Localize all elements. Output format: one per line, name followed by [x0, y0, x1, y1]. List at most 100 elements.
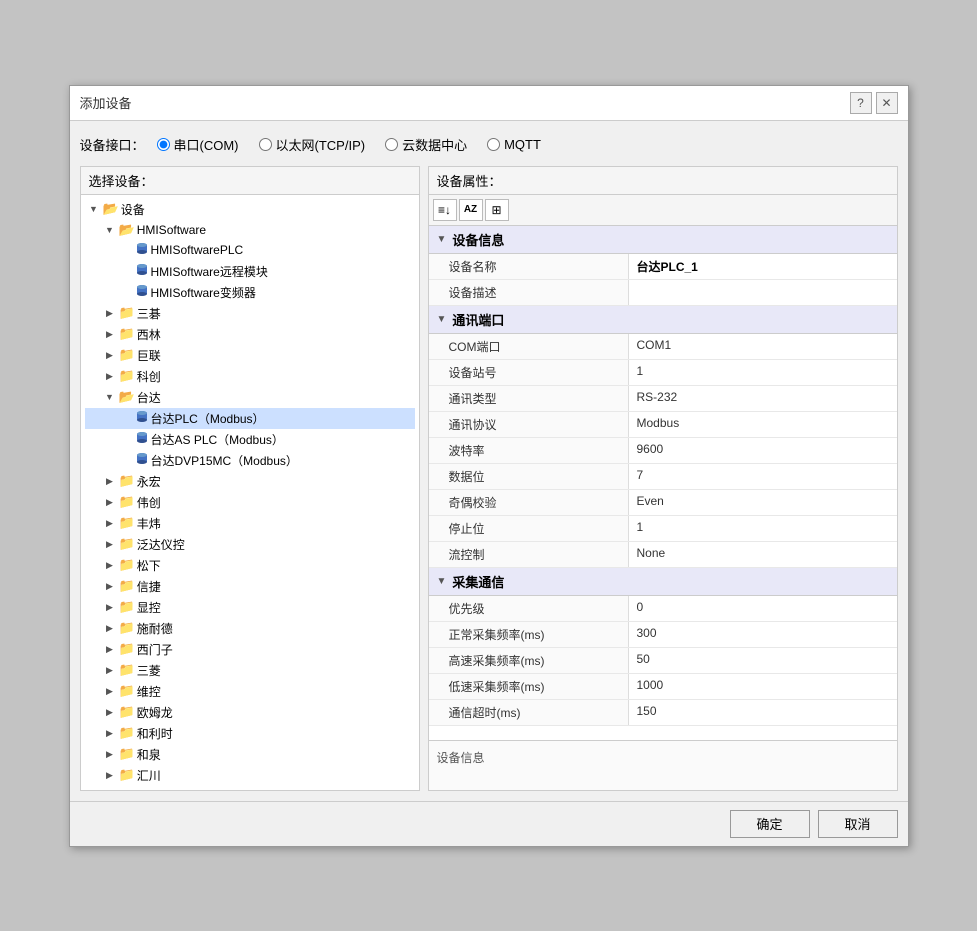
expand-icon[interactable]: ▼: [103, 223, 117, 237]
expand-icon[interactable]: [119, 432, 133, 446]
tree-item[interactable]: ▶📁维控: [85, 681, 415, 702]
expand-icon[interactable]: ▶: [103, 306, 117, 320]
prop-value[interactable]: 50: [629, 648, 897, 673]
ok-button[interactable]: 确定: [730, 810, 810, 838]
radio-mqtt[interactable]: MQTT: [487, 137, 541, 152]
tree-item[interactable]: ▶📁和利时: [85, 723, 415, 744]
expand-icon[interactable]: ▶: [103, 579, 117, 593]
prop-value[interactable]: 9600: [629, 438, 897, 463]
expand-icon[interactable]: ▶: [103, 537, 117, 551]
tree-item[interactable]: ▼📂设备: [85, 199, 415, 220]
expand-icon[interactable]: ▶: [103, 516, 117, 530]
expand-icon[interactable]: ▶: [103, 768, 117, 782]
folder-icon: 📂: [103, 201, 119, 217]
expand-icon[interactable]: [119, 411, 133, 425]
expand-icon[interactable]: ▶: [103, 327, 117, 341]
prop-row: 通讯协议Modbus: [429, 412, 897, 438]
expand-icon[interactable]: ▶: [103, 747, 117, 761]
tree-item[interactable]: ▶📁施耐德: [85, 618, 415, 639]
expand-icon[interactable]: [119, 243, 133, 257]
props-section-header[interactable]: ▼设备信息: [429, 226, 897, 254]
expand-icon[interactable]: ▶: [103, 726, 117, 740]
tree-item[interactable]: ▶📁和泉: [85, 744, 415, 765]
expand-icon[interactable]: [119, 264, 133, 278]
help-button[interactable]: ?: [850, 92, 872, 114]
radio-tcp-input[interactable]: [259, 138, 272, 151]
tree-item[interactable]: ▶📁巨联: [85, 345, 415, 366]
tree-item[interactable]: ▶📁松下: [85, 555, 415, 576]
cancel-button[interactable]: 取消: [818, 810, 898, 838]
radio-tcp[interactable]: 以太网(TCP/IP): [259, 135, 366, 154]
prop-value[interactable]: 1: [629, 360, 897, 385]
tree-item[interactable]: ▶📁汇川: [85, 765, 415, 786]
expand-icon[interactable]: ▶: [103, 705, 117, 719]
sort-category-button[interactable]: ≡↓: [433, 199, 457, 221]
expand-icon[interactable]: [119, 453, 133, 467]
tree-item-label: 欧姆龙: [137, 704, 173, 721]
expand-icon[interactable]: ▶: [103, 348, 117, 362]
expand-icon[interactable]: ▶: [103, 642, 117, 656]
prop-value[interactable]: COM1: [629, 334, 897, 359]
expand-icon[interactable]: [119, 285, 133, 299]
folder-icon: 📁: [119, 662, 135, 678]
prop-value[interactable]: 0: [629, 596, 897, 621]
tree-item[interactable]: ▶📁泛达仪控: [85, 534, 415, 555]
prop-value[interactable]: [629, 280, 897, 305]
tree-item[interactable]: HMISoftwarePLC: [85, 240, 415, 261]
tree-item[interactable]: ▼📂台达: [85, 387, 415, 408]
radio-com-input[interactable]: [157, 138, 170, 151]
tree-item[interactable]: ▶📁科创: [85, 366, 415, 387]
folder-icon: 📁: [119, 683, 135, 699]
prop-value[interactable]: 台达PLC_1: [629, 254, 897, 279]
tree-item[interactable]: ▶📁欧姆龙: [85, 702, 415, 723]
expand-icon[interactable]: ▶: [103, 474, 117, 488]
radio-cloud-label: 云数据中心: [402, 135, 467, 154]
prop-value[interactable]: None: [629, 542, 897, 567]
prop-row: 正常采集频率(ms)300: [429, 622, 897, 648]
tree-item[interactable]: ▶📁西林: [85, 324, 415, 345]
expand-icon[interactable]: ▶: [103, 558, 117, 572]
tree-item[interactable]: 台达AS PLC（Modbus）: [85, 429, 415, 450]
device-tree[interactable]: ▼📂设备▼📂HMISoftwareHMISoftwarePLCHMISoftwa…: [81, 195, 419, 790]
tree-item[interactable]: ▶📁伟创: [85, 492, 415, 513]
tree-item[interactable]: HMISoftware远程模块: [85, 261, 415, 282]
tree-item[interactable]: ▶📁显控: [85, 597, 415, 618]
expand-icon[interactable]: ▶: [103, 663, 117, 677]
panels-row: 选择设备： ▼📂设备▼📂HMISoftwareHMISoftwarePLCHMI…: [80, 166, 898, 791]
tree-item[interactable]: ▼📂HMISoftware: [85, 220, 415, 240]
prop-value[interactable]: 7: [629, 464, 897, 489]
tree-item[interactable]: 台达PLC（Modbus）: [85, 408, 415, 429]
expand-icon[interactable]: ▶: [103, 684, 117, 698]
sort-az-button[interactable]: AZ: [459, 199, 483, 221]
radio-mqtt-input[interactable]: [487, 138, 500, 151]
expand-icon[interactable]: ▶: [103, 369, 117, 383]
radio-cloud-input[interactable]: [385, 138, 398, 151]
tree-item[interactable]: ▶📁西门子: [85, 639, 415, 660]
tree-item[interactable]: ▶📁三菱: [85, 660, 415, 681]
tree-item[interactable]: 台达DVP15MC（Modbus）: [85, 450, 415, 471]
prop-value[interactable]: Modbus: [629, 412, 897, 437]
tree-item[interactable]: ▶📁三碁: [85, 303, 415, 324]
prop-value[interactable]: RS-232: [629, 386, 897, 411]
prop-value[interactable]: 1000: [629, 674, 897, 699]
prop-value[interactable]: 300: [629, 622, 897, 647]
prop-value[interactable]: Even: [629, 490, 897, 515]
expand-icon[interactable]: ▼: [87, 202, 101, 216]
expand-icon[interactable]: ▶: [103, 600, 117, 614]
prop-value[interactable]: 150: [629, 700, 897, 725]
radio-cloud[interactable]: 云数据中心: [385, 135, 467, 154]
close-button[interactable]: ✕: [876, 92, 898, 114]
expand-icon[interactable]: ▶: [103, 495, 117, 509]
props-section-header[interactable]: ▼采集通信: [429, 568, 897, 596]
expand-icon[interactable]: ▶: [103, 621, 117, 635]
tree-item[interactable]: ▶📁丰炜: [85, 513, 415, 534]
props-page-button[interactable]: ⊞: [485, 199, 509, 221]
tree-item[interactable]: HMISoftware变频器: [85, 282, 415, 303]
tree-item[interactable]: ▶📁永宏: [85, 471, 415, 492]
props-section-header[interactable]: ▼通讯端口: [429, 306, 897, 334]
expand-icon[interactable]: ▼: [103, 390, 117, 404]
radio-com[interactable]: 串口(COM): [157, 135, 239, 154]
tree-item[interactable]: ▶📁信捷: [85, 576, 415, 597]
prop-value[interactable]: 1: [629, 516, 897, 541]
folder-icon: 📁: [119, 641, 135, 657]
